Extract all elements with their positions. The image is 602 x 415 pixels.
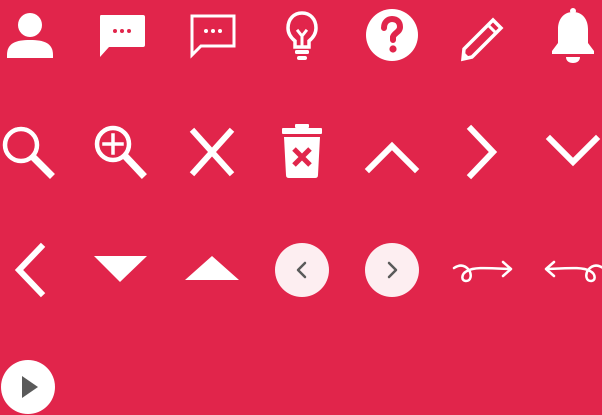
play-circle-icon [0,355,62,415]
chevron-left-icon [0,238,62,302]
chevron-right-icon [450,120,514,184]
search-icon [0,120,62,184]
lightbulb-icon [270,3,334,67]
caret-down-icon [89,238,153,302]
previous-button-icon [270,238,334,302]
pencil-icon [450,3,514,67]
close-icon [180,120,244,184]
chevron-up-icon [360,120,424,184]
curly-arrow-left-icon [541,238,602,302]
next-button-icon [360,238,424,302]
caret-up-icon [180,238,244,302]
bell-icon [541,3,602,67]
chat-bubble-filled-icon [89,3,153,67]
zoom-in-icon [89,120,153,184]
icon-sheet [0,0,602,415]
chevron-down-icon [541,120,602,184]
help-circle-icon [360,3,424,67]
trash-icon [270,120,334,184]
curly-arrow-right-icon [450,238,514,302]
user-icon [0,3,62,67]
chat-bubble-outline-icon [180,3,244,67]
